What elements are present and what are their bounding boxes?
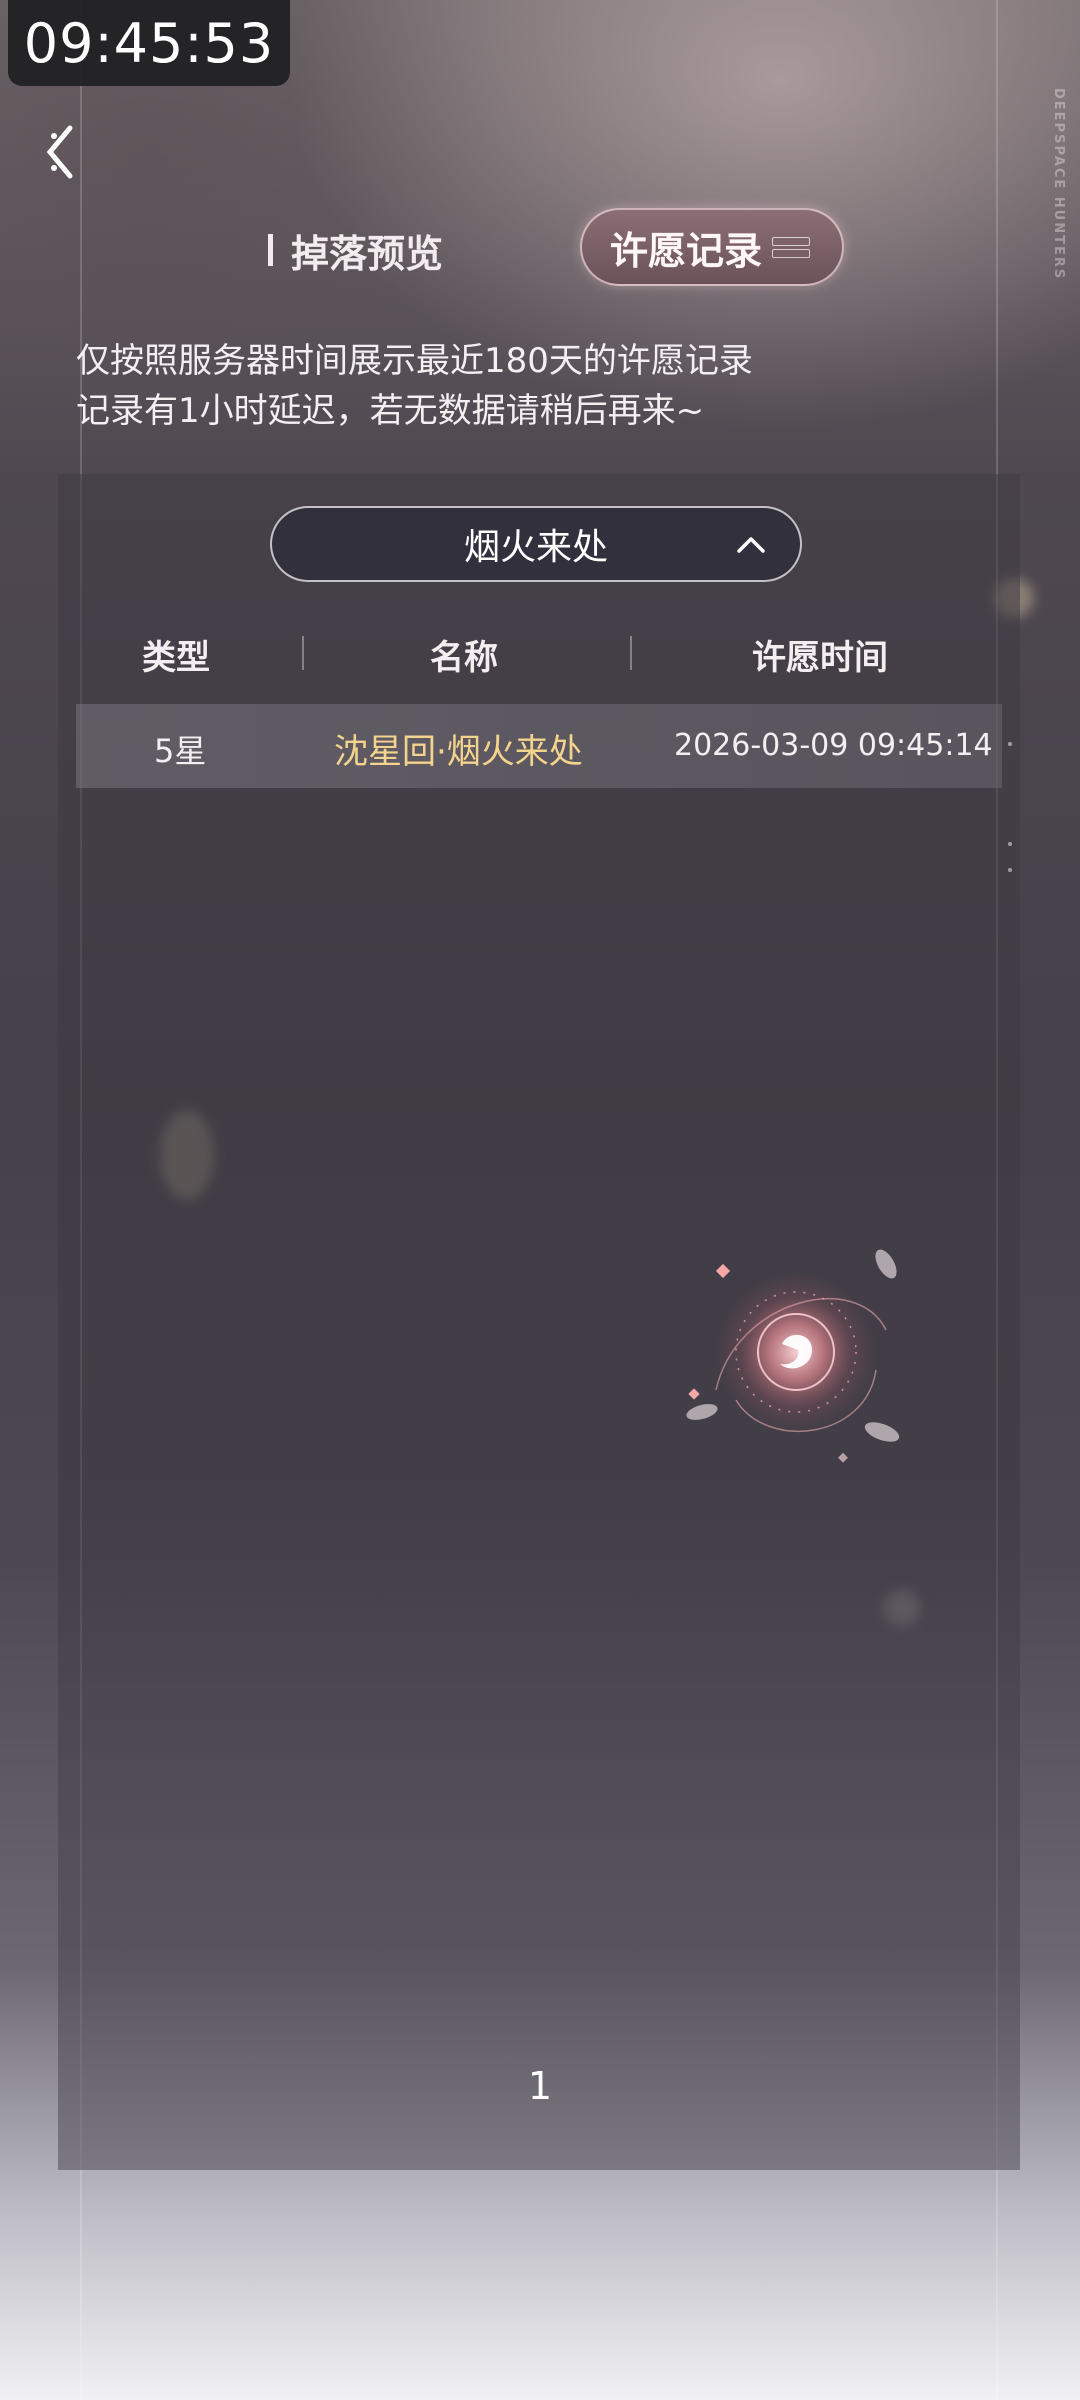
tab-drop-preview-label: 掉落预览	[291, 230, 444, 276]
back-icon	[46, 125, 73, 179]
notice-line-1: 仅按照服务器时间展示最近180天的许愿记录	[76, 341, 753, 381]
header-name: 名称	[430, 638, 498, 678]
pool-filter-value: 烟火来处	[463, 527, 608, 568]
header-time: 许愿时间	[752, 638, 888, 678]
row-time: 2026-03-09 09:45:14	[674, 728, 993, 763]
table-row: 5星 沈星回·烟火来处 2026-03-09 09:45:14	[76, 704, 1002, 788]
header-divider	[302, 636, 304, 670]
pool-filter-dropdown[interactable]: 烟火来处	[270, 506, 802, 582]
tab-wish-record-label: 许愿记录	[610, 227, 763, 273]
header-type: 类型	[142, 638, 210, 678]
loading-spinner-icon	[686, 1249, 900, 1463]
brand-watermark: DEEPSPACE HUNTERS	[1051, 88, 1066, 281]
tab-drop-preview[interactable]: 掉落预览	[268, 218, 443, 282]
table-header: 类型 名称 许愿时间	[58, 620, 1020, 686]
row-name: 沈星回·烟火来处	[334, 732, 583, 772]
notice-line-2: 记录有1小时延迟，若无数据请稍后再来~	[76, 391, 705, 431]
header-divider	[630, 636, 632, 670]
decor-dot	[1008, 842, 1012, 846]
tab-decoration	[772, 236, 811, 258]
back-button[interactable]	[40, 122, 100, 182]
page-number: 1	[527, 2064, 553, 2108]
tab-indicator	[268, 234, 273, 266]
chevron-up-icon	[737, 537, 765, 553]
tab-wish-record[interactable]: 许愿记录	[580, 208, 844, 286]
notice-text: 仅按照服务器时间展示最近180天的许愿记录 记录有1小时延迟，若无数据请稍后再来…	[76, 336, 976, 436]
row-type: 5星	[154, 732, 207, 770]
decor-dot	[1008, 742, 1012, 746]
status-time: 09:45:53	[8, 0, 290, 86]
decor-dot	[1008, 868, 1012, 872]
